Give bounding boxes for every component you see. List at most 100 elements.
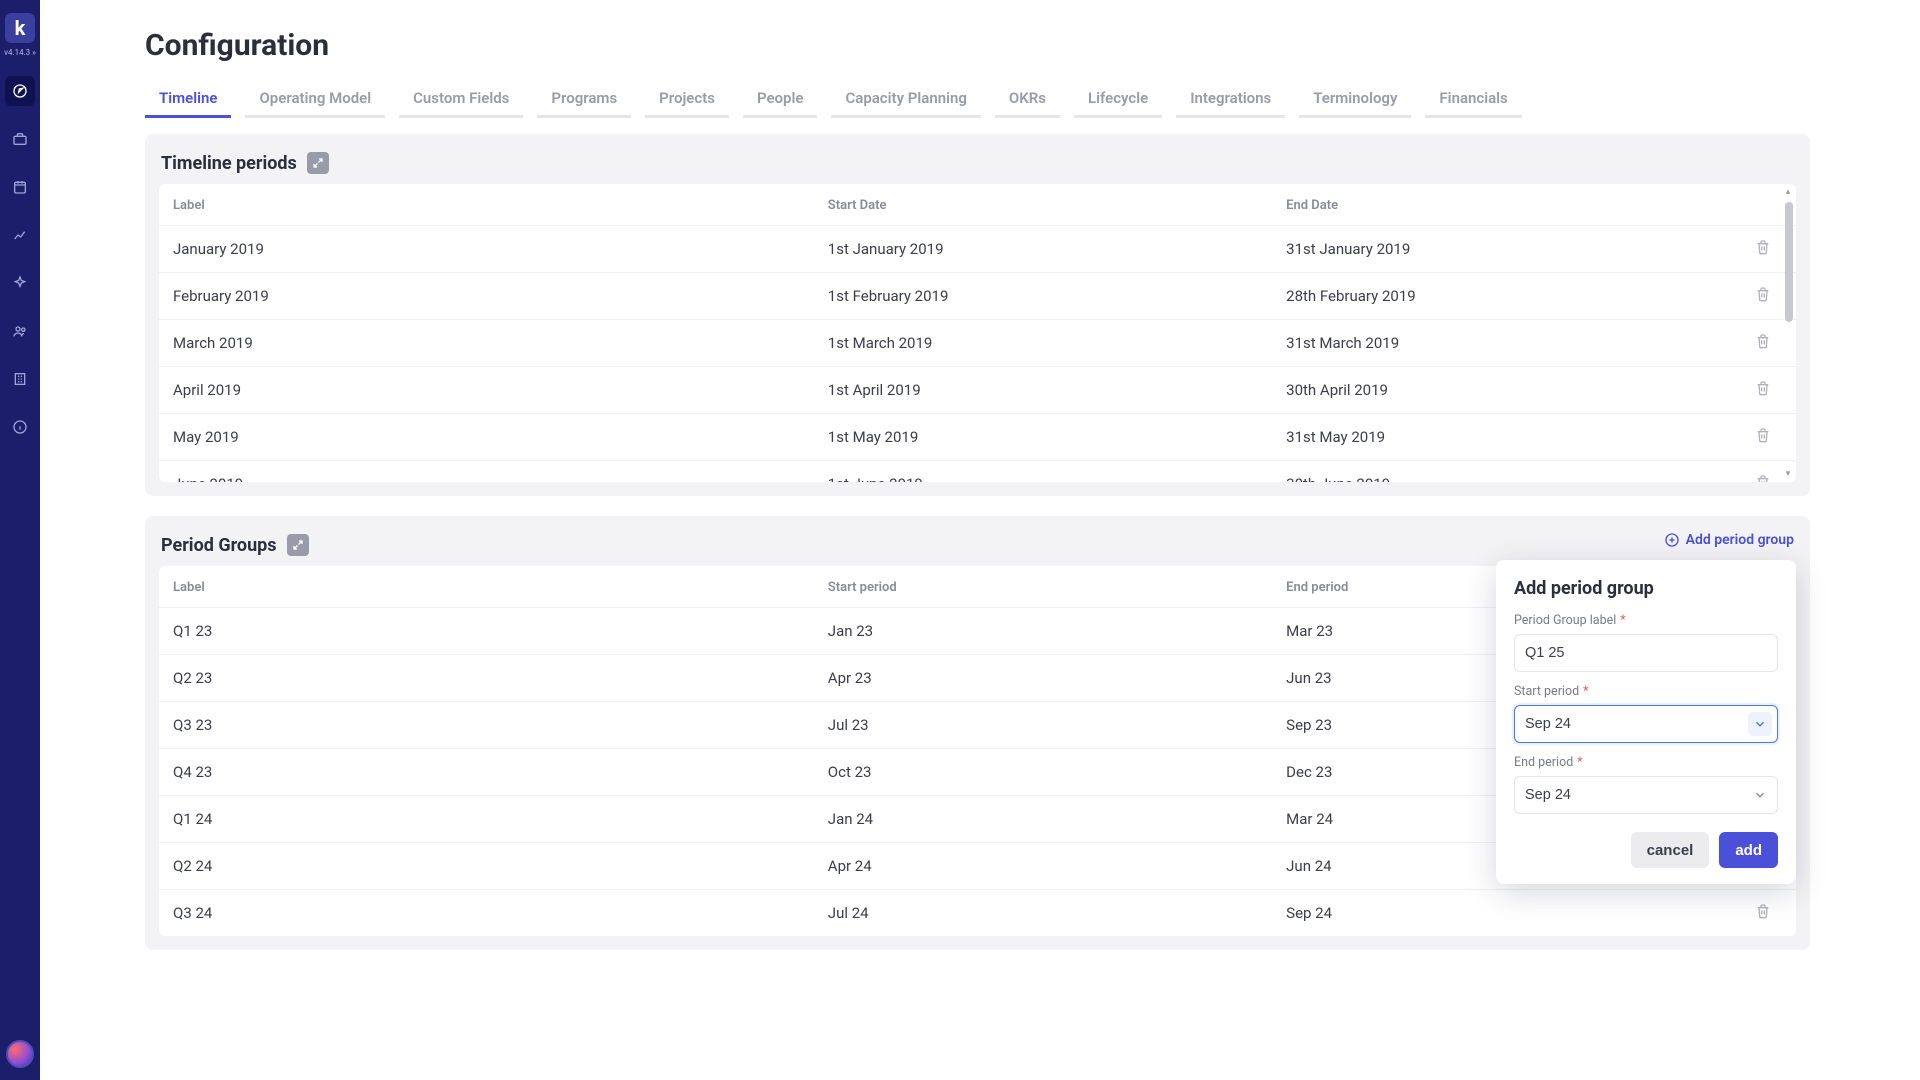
tab-financials[interactable]: Financials bbox=[1425, 81, 1521, 118]
add-period-group-button[interactable]: Add period group bbox=[1664, 532, 1794, 548]
col-start-period: Start period bbox=[814, 566, 1272, 608]
col-label: Label bbox=[159, 566, 814, 608]
period-group-label-text: Period Group label bbox=[1514, 613, 1616, 628]
required-icon: * bbox=[1620, 613, 1625, 628]
table-row: March 20191st March 201931st March 2019 bbox=[159, 320, 1796, 367]
tab-programs[interactable]: Programs bbox=[537, 81, 631, 118]
trash-icon bbox=[1755, 903, 1771, 923]
period-groups-panel: Period Groups Add period group Label Sta… bbox=[145, 516, 1810, 950]
cell-label: Q1 23 bbox=[159, 608, 814, 655]
trash-icon bbox=[1755, 286, 1771, 306]
cell-start: 1st February 2019 bbox=[814, 273, 1272, 320]
cell-end: Sep 24 bbox=[1272, 890, 1730, 937]
start-period-select[interactable] bbox=[1514, 705, 1778, 743]
add-period-group-popover: Add period group Period Group label * Sta… bbox=[1496, 560, 1796, 884]
chevron-down-icon bbox=[1748, 712, 1772, 736]
start-period-value[interactable] bbox=[1514, 705, 1778, 743]
trash-icon bbox=[1755, 239, 1771, 259]
expand-button[interactable] bbox=[307, 152, 329, 174]
trash-icon bbox=[1755, 380, 1771, 400]
cell-end: 28th February 2019 bbox=[1272, 273, 1730, 320]
chevron-down-icon bbox=[1748, 783, 1772, 807]
cell-start: Jul 24 bbox=[814, 890, 1272, 937]
required-icon: * bbox=[1577, 755, 1582, 770]
avatar[interactable] bbox=[6, 1040, 34, 1068]
period-group-label-input[interactable] bbox=[1514, 634, 1778, 672]
trash-icon bbox=[1755, 474, 1771, 482]
tab-timeline[interactable]: Timeline bbox=[145, 81, 231, 118]
required-icon: * bbox=[1583, 684, 1588, 699]
tab-lifecycle[interactable]: Lifecycle bbox=[1074, 81, 1162, 118]
cell-start: 1st January 2019 bbox=[814, 226, 1272, 273]
tab-okrs[interactable]: OKRs bbox=[995, 81, 1060, 118]
cancel-button[interactable]: cancel bbox=[1631, 832, 1710, 868]
nav-icon-spark[interactable] bbox=[5, 268, 35, 298]
col-end-date: End Date bbox=[1272, 184, 1730, 226]
chevron-right-icon: » bbox=[32, 48, 36, 57]
timeline-periods-title: Timeline periods bbox=[161, 153, 297, 174]
cell-label: February 2019 bbox=[159, 273, 814, 320]
delete-button[interactable] bbox=[1750, 900, 1776, 926]
tab-custom-fields[interactable]: Custom Fields bbox=[399, 81, 523, 118]
tab-capacity-planning[interactable]: Capacity Planning bbox=[831, 81, 980, 118]
cell-start: Apr 24 bbox=[814, 843, 1272, 890]
col-start-date: Start Date bbox=[814, 184, 1272, 226]
logo-wrap: k bbox=[0, 4, 40, 52]
app-logo[interactable]: k bbox=[5, 13, 35, 43]
cell-label: Q3 23 bbox=[159, 702, 814, 749]
nav-icon-calendar[interactable] bbox=[5, 172, 35, 202]
cell-end: 30th April 2019 bbox=[1272, 367, 1730, 414]
start-period-label-text: Start period bbox=[1514, 684, 1579, 699]
cell-start: Jan 24 bbox=[814, 796, 1272, 843]
add-button[interactable]: add bbox=[1719, 832, 1778, 868]
cell-label: Q2 24 bbox=[159, 843, 814, 890]
cell-label: April 2019 bbox=[159, 367, 814, 414]
nav-icon-building[interactable] bbox=[5, 364, 35, 394]
expand-button[interactable] bbox=[287, 534, 309, 556]
delete-button[interactable] bbox=[1750, 330, 1776, 356]
delete-button[interactable] bbox=[1750, 236, 1776, 262]
cell-start: Jan 23 bbox=[814, 608, 1272, 655]
table-row: February 20191st February 201928th Febru… bbox=[159, 273, 1796, 320]
delete-button[interactable] bbox=[1750, 424, 1776, 450]
cell-label: January 2019 bbox=[159, 226, 814, 273]
expand-icon bbox=[292, 539, 304, 551]
nav-icon-compass[interactable] bbox=[5, 76, 35, 106]
table-row: June 20191st June 201930th June 2019 bbox=[159, 461, 1796, 483]
nav-icon-info[interactable] bbox=[5, 412, 35, 442]
table-row: May 20191st May 201931st May 2019 bbox=[159, 414, 1796, 461]
trash-icon bbox=[1755, 333, 1771, 353]
tab-projects[interactable]: Projects bbox=[645, 81, 729, 118]
tab-integrations[interactable]: Integrations bbox=[1176, 81, 1285, 118]
scroll-up-icon[interactable]: ▴ bbox=[1782, 186, 1794, 198]
col-label: Label bbox=[159, 184, 814, 226]
delete-button[interactable] bbox=[1750, 283, 1776, 309]
tab-people[interactable]: People bbox=[743, 81, 818, 118]
main-content: Configuration Timeline Operating Model C… bbox=[40, 0, 1920, 1080]
page-title: Configuration bbox=[145, 28, 1810, 63]
cell-end: 30th June 2019 bbox=[1272, 461, 1730, 483]
version-badge: v4.14.3 » bbox=[0, 46, 40, 59]
delete-button[interactable] bbox=[1750, 471, 1776, 482]
end-period-value[interactable] bbox=[1514, 776, 1778, 814]
nav-icon-people[interactable] bbox=[5, 316, 35, 346]
cell-start: Apr 23 bbox=[814, 655, 1272, 702]
delete-button[interactable] bbox=[1750, 377, 1776, 403]
scrollbar-thumb[interactable] bbox=[1785, 202, 1793, 322]
nav-icon-briefcase[interactable] bbox=[5, 124, 35, 154]
tab-operating-model[interactable]: Operating Model bbox=[245, 81, 385, 118]
table-row: April 20191st April 201930th April 2019 bbox=[159, 367, 1796, 414]
nav-icons bbox=[0, 76, 40, 442]
cell-label: Q2 23 bbox=[159, 655, 814, 702]
end-period-select[interactable] bbox=[1514, 776, 1778, 814]
popover-title: Add period group bbox=[1514, 578, 1778, 599]
cell-start: 1st March 2019 bbox=[814, 320, 1272, 367]
scroll-down-icon[interactable]: ▾ bbox=[1782, 468, 1794, 480]
table-row: Q3 24Jul 24Sep 24 bbox=[159, 890, 1796, 937]
tab-terminology[interactable]: Terminology bbox=[1299, 81, 1411, 118]
cell-start: Jul 23 bbox=[814, 702, 1272, 749]
cell-start: 1st April 2019 bbox=[814, 367, 1272, 414]
sidebar: k v4.14.3 » bbox=[0, 0, 40, 1080]
config-tabs: Timeline Operating Model Custom Fields P… bbox=[145, 81, 1810, 118]
nav-icon-chart[interactable] bbox=[5, 220, 35, 250]
